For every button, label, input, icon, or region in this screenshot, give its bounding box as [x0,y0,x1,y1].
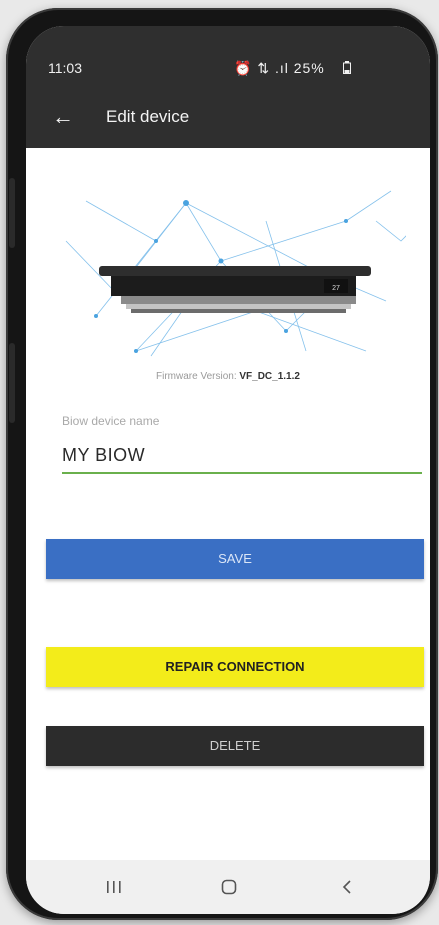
status-bar: 11:03 ⏰ ⇅ .ıl 25% [26,26,430,92]
device-display: 27 [332,285,340,292]
device-name-label: Biow device name [62,414,160,428]
navigation-bar [26,860,430,914]
save-button[interactable]: SAVE [46,539,424,579]
power-button [9,343,15,423]
device-name-input[interactable] [62,438,422,474]
device-illustration: 27 [65,190,406,357]
firmware-value: VF_DC_1.1.2 [239,371,300,382]
back-arrow-icon[interactable]: ← [52,104,74,130]
status-time: 11:03 [48,60,82,76]
page-title: Edit device [106,107,190,126]
app-bar: ← Edit device [26,92,430,148]
repair-connection-button[interactable]: REPAIR CONNECTION [46,647,424,687]
delete-button[interactable]: DELETE [46,726,424,766]
home-icon[interactable] [221,879,237,895]
firmware-version: Firmware Version: VF_DC_1.1.2 [26,371,430,382]
status-icons: ⏰ ⇅ .ıl 25% [234,60,325,76]
recents-icon[interactable] [106,880,122,894]
battery-icon [343,61,351,74]
firmware-label: Firmware Version: [156,371,237,382]
screen: 11:03 ⏰ ⇅ .ıl 25% ← Edit device 27 Firmw… [26,26,430,914]
volume-button [9,178,15,248]
nav-back-icon[interactable] [341,880,353,894]
phone-frame: 11:03 ⏰ ⇅ .ıl 25% ← Edit device 27 Firmw… [6,8,438,920]
